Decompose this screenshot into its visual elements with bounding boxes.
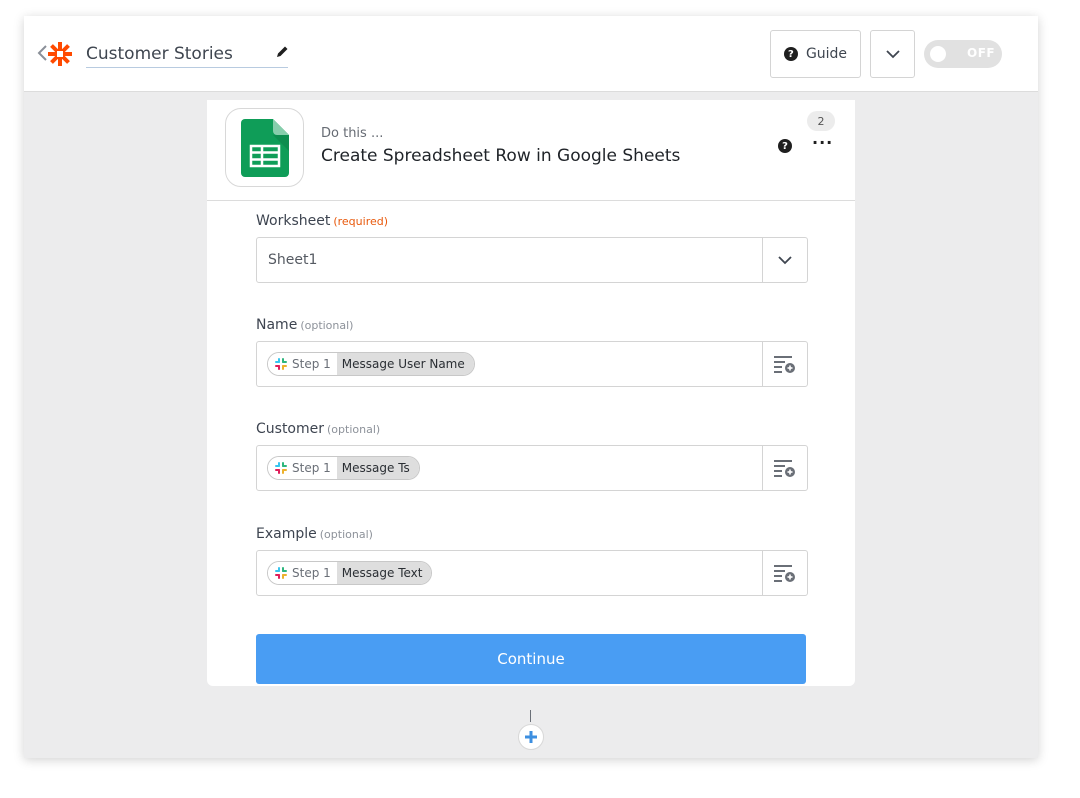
worksheet-select[interactable]: Sheet1: [256, 237, 808, 283]
name-label-text: Name: [256, 317, 298, 333]
customer-label: Customer (optional): [256, 421, 380, 437]
help-icon[interactable]: ?: [778, 139, 792, 153]
step-number-badge: 2: [807, 111, 835, 131]
pill-step-label: Step 1: [292, 357, 331, 371]
step-header[interactable]: Do this ... Create Spreadsheet Row in Go…: [207, 100, 855, 201]
options-dropdown-button[interactable]: [870, 30, 915, 78]
insert-data-icon: [774, 565, 795, 582]
insert-data-button[interactable]: [762, 551, 807, 595]
toggle-knob: [930, 46, 946, 62]
plus-icon: [525, 731, 537, 743]
optional-tag: (optional): [319, 528, 373, 541]
top-bar: Customer Stories ? Guide OFF: [24, 16, 1038, 92]
zap-on-off-toggle[interactable]: OFF: [924, 40, 1002, 68]
pill-field-label: Message Text: [336, 562, 432, 584]
continue-button[interactable]: Continue: [256, 634, 806, 684]
pencil-icon[interactable]: [274, 44, 290, 60]
chevron-down-icon: [778, 255, 792, 264]
optional-tag: (optional): [300, 319, 354, 332]
zap-editor: Customer Stories ? Guide OFF Do this ...…: [24, 16, 1038, 758]
question-icon: ?: [783, 47, 798, 61]
worksheet-value: Sheet1: [268, 252, 318, 268]
name-label: Name (optional): [256, 317, 353, 333]
zap-title[interactable]: Customer Stories: [86, 44, 233, 64]
step-title: Create Spreadsheet Row in Google Sheets: [321, 146, 681, 166]
customer-label-text: Customer: [256, 421, 325, 437]
optional-tag: (optional): [327, 423, 381, 436]
example-label-text: Example: [256, 526, 317, 542]
customer-field[interactable]: Step 1 Message Ts: [256, 445, 808, 491]
mapped-field-pill[interactable]: Step 1 Message User Name: [267, 352, 475, 376]
zapier-logo-icon[interactable]: [47, 41, 73, 67]
zap-title-field[interactable]: Customer Stories: [86, 42, 288, 68]
insert-data-button[interactable]: [762, 342, 807, 386]
guide-button[interactable]: ? Guide: [770, 30, 861, 78]
pill-step-label: Step 1: [292, 461, 331, 475]
more-options-icon[interactable]: ···: [812, 135, 832, 154]
name-field[interactable]: Step 1 Message User Name: [256, 341, 808, 387]
toggle-label: OFF: [967, 46, 996, 60]
slack-icon: [275, 358, 287, 370]
pill-field-label: Message Ts: [336, 457, 419, 479]
step-connector: [530, 710, 531, 722]
insert-data-icon: [774, 356, 795, 373]
slack-icon: [275, 567, 287, 579]
worksheet-label-text: Worksheet: [256, 213, 331, 229]
worksheet-dropdown-toggle[interactable]: [762, 238, 807, 282]
required-tag: (required): [333, 215, 389, 228]
pill-step: Step 1: [268, 457, 337, 479]
action-step-card: Do this ... Create Spreadsheet Row in Go…: [207, 100, 855, 686]
insert-data-button[interactable]: [762, 446, 807, 490]
add-step-button[interactable]: [518, 724, 544, 750]
pill-field-label: Message User Name: [336, 353, 474, 375]
pill-step: Step 1: [268, 353, 337, 375]
pill-step-label: Step 1: [292, 566, 331, 580]
mapped-field-pill[interactable]: Step 1 Message Ts: [267, 456, 420, 480]
insert-data-icon: [774, 460, 795, 477]
chevron-down-icon: [885, 49, 900, 58]
app-icon-frame: [225, 108, 304, 187]
slack-icon: [275, 462, 287, 474]
google-sheets-icon: [240, 118, 289, 177]
worksheet-label: Worksheet (required): [256, 213, 388, 229]
pill-step: Step 1: [268, 562, 337, 584]
step-prefix: Do this ...: [321, 126, 384, 141]
guide-label: Guide: [805, 46, 848, 62]
example-label: Example (optional): [256, 526, 373, 542]
mapped-field-pill[interactable]: Step 1 Message Text: [267, 561, 433, 585]
example-field[interactable]: Step 1 Message Text: [256, 550, 808, 596]
